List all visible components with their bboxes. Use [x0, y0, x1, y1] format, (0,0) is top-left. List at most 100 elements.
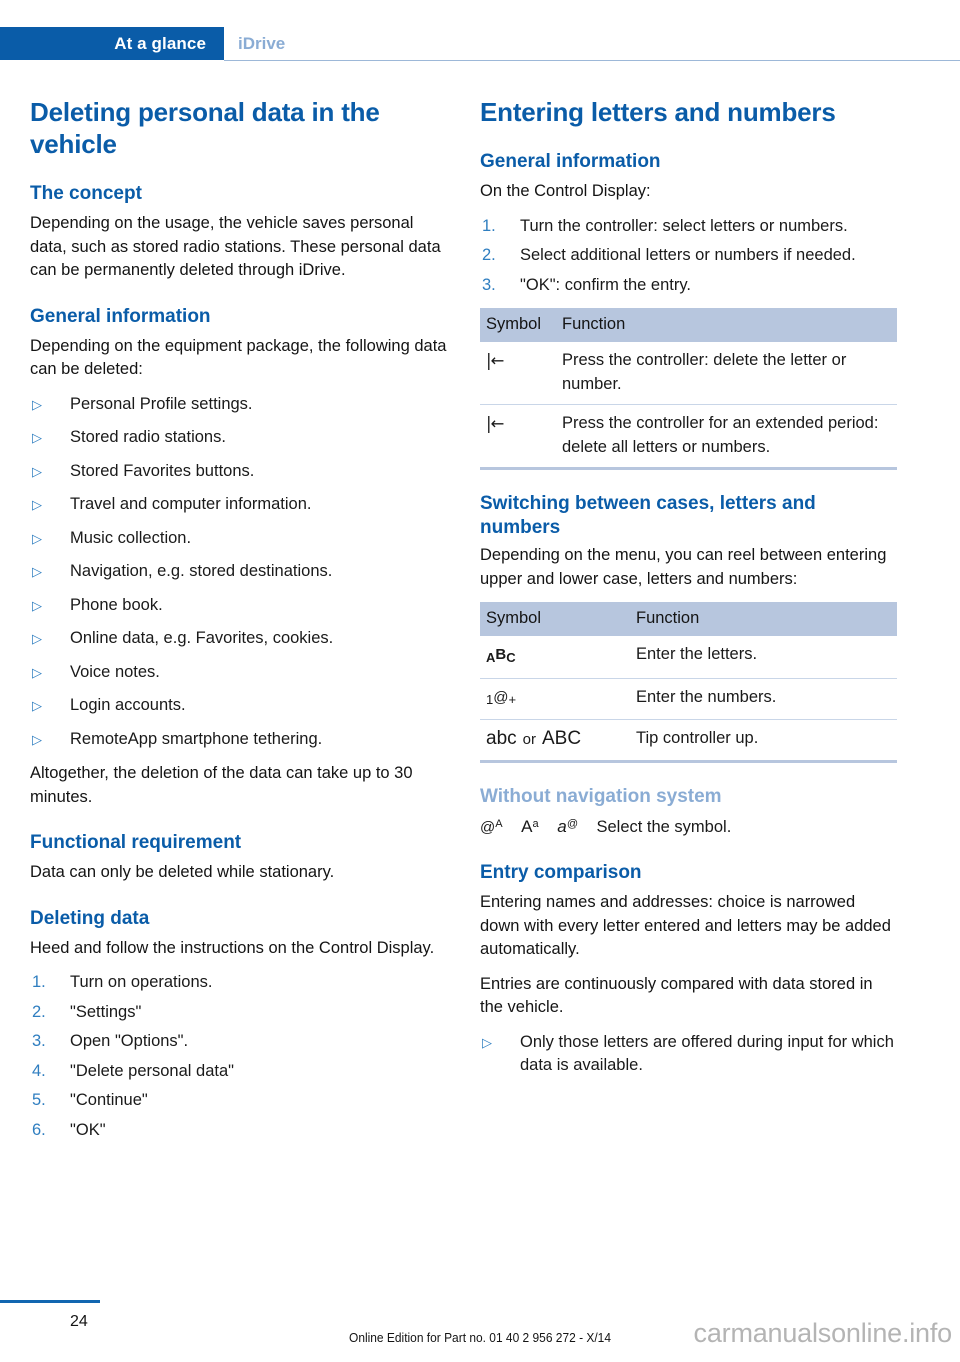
- table-row: ABC Enter the letters.: [480, 636, 897, 679]
- step-label: "Settings": [70, 1002, 142, 1021]
- entering-steps: 1. Turn the controller: select letters or…: [480, 215, 897, 298]
- list-item: 4. "Delete personal data": [30, 1060, 447, 1084]
- column-header-function: Function: [630, 602, 897, 636]
- list-item: 5. "Continue": [30, 1089, 447, 1113]
- list-item: ▷ Travel and computer information.: [30, 493, 447, 517]
- triangle-bullet-icon: ▷: [32, 530, 42, 546]
- switching-symbols-table: Symbol Function ABC Enter the letters. 1…: [480, 602, 897, 763]
- list-item: 1. Turn on operations.: [30, 971, 447, 995]
- step-label: Turn on operations.: [70, 973, 213, 991]
- list-item: ▷ Navigation, e.g. stored destinations.: [30, 560, 447, 584]
- triangle-bullet-icon: ▷: [482, 1034, 492, 1050]
- column-header-function: Function: [556, 308, 897, 342]
- triangle-bullet-icon: ▷: [32, 564, 42, 579]
- delete-symbols-table: Symbol Function |← Press the controller:…: [480, 308, 897, 470]
- tab-idrive-label: iDrive: [238, 33, 286, 53]
- tab-idrive[interactable]: iDrive: [238, 27, 285, 60]
- triangle-bullet-icon: ▷: [32, 597, 42, 613]
- step-label: Select additional letters or numbers if …: [520, 246, 856, 264]
- triangle-bullet-icon: ▷: [32, 396, 42, 412]
- heading-switching-cases: Switching between cases, letters and num…: [480, 493, 816, 538]
- numbers-icon: 1@+: [480, 678, 630, 720]
- list-item-label: Online data, e.g. Favorites, cookies.: [70, 629, 334, 647]
- list-item-label: Navigation, e.g. stored destinations.: [70, 562, 333, 580]
- triangle-bullet-icon: ▷: [32, 664, 42, 680]
- column-header-symbol: Symbol: [480, 602, 630, 636]
- list-item: ▷ RemoteApp smartphone tethering.: [30, 728, 447, 752]
- step-number: 3.: [482, 275, 496, 294]
- list-item-label: Stored Favorites buttons.: [70, 461, 255, 480]
- list-item: ▷ Voice notes.: [30, 661, 447, 685]
- deleting-data-steps: 1. Turn on operations. 2. "Settings" 3. Ope…: [30, 971, 447, 1142]
- without-nav-text: Select the symbol.: [596, 817, 732, 836]
- heading-general-information-left: General information: [30, 305, 211, 327]
- step-number: 4.: [32, 1061, 46, 1080]
- list-item: ▷ Personal Profile settings.: [30, 393, 447, 417]
- heading-entry-comparison: Entry comparison: [480, 862, 642, 883]
- table-row: 1@+ Enter the numbers.: [480, 678, 897, 720]
- heading-functional-requirement: Functional requirement: [30, 832, 242, 853]
- list-item-label: Voice notes.: [70, 662, 160, 681]
- uppercase-lowercase-icon: Aa: [521, 816, 539, 836]
- paragraph-general-information-left: Depending on the equipment package, the …: [30, 336, 447, 379]
- tab-at-a-glance[interactable]: At a glance: [0, 27, 224, 60]
- table-cell-function: Enter the numbers.: [630, 678, 897, 720]
- step-number: 2.: [32, 1002, 46, 1021]
- footer-rule: [0, 1300, 100, 1303]
- list-item: 3. "OK": confirm the entry.: [480, 274, 897, 298]
- list-item: ▷ Online data, e.g. Favorites, cookies.: [30, 627, 447, 651]
- paragraph-functional-requirement: Data can only be deleted while stationar…: [30, 863, 335, 881]
- heading-the-concept: The concept: [30, 183, 142, 204]
- paragraph-deletion-duration: Altogether, the deletion of the data can…: [30, 764, 413, 806]
- paragraph-the-concept: Depending on the usage, the vehicle save…: [30, 214, 441, 279]
- table-cell-function: Tip controller up.: [630, 719, 897, 763]
- triangle-bullet-icon: ▷: [32, 463, 42, 479]
- deletable-data-list: ▷ Personal Profile settings. ▷ Stored radi…: [30, 393, 447, 752]
- triangle-bullet-icon: ▷: [32, 497, 42, 512]
- backspace-icon: |←: [480, 342, 556, 405]
- without-nav-symbol-row: @A Aa a@ Select the symbol.: [480, 813, 897, 840]
- list-item: 1. Turn the controller: select letters or…: [480, 215, 897, 239]
- list-item-label: Phone book.: [70, 595, 163, 614]
- step-label: "OK": confirm the entry.: [520, 275, 691, 294]
- list-item: ▷ Phone book.: [30, 594, 447, 618]
- heading-without-navigation-system: Without navigation system: [480, 785, 722, 807]
- table-row: abc or ABC Tip controller up.: [480, 719, 897, 763]
- list-item-label: Login accounts.: [70, 696, 186, 714]
- list-item-label: Stored radio stations.: [70, 428, 226, 446]
- list-item: 2. Select additional letters or numbers i…: [480, 244, 897, 268]
- lowercase-at-icon: a@: [557, 816, 578, 836]
- step-number: 6.: [32, 1120, 46, 1139]
- tab-bar: At a glance iDrive: [0, 27, 960, 60]
- step-number: 1.: [32, 973, 46, 991]
- list-item: ▷ Only those letters are offered during i…: [480, 1031, 897, 1078]
- list-item: 2. "Settings": [30, 1001, 447, 1025]
- list-item: ▷ Login accounts.: [30, 694, 447, 718]
- paragraph-entry-comparison-2: Entries are continuously compared with d…: [480, 974, 873, 1017]
- table-row: |← Press the controller for an extended …: [480, 404, 897, 470]
- step-number: 3.: [32, 1032, 46, 1050]
- table-cell-function: Press the controller: delete the letter …: [556, 342, 897, 405]
- paragraph-deleting-data: Heed and follow the instructions on the …: [30, 938, 435, 957]
- list-item-label: Only those letters are offered during in…: [520, 1032, 894, 1075]
- right-column: Entering letters and numbers General inf…: [480, 96, 897, 1089]
- list-item-label: Personal Profile settings.: [70, 394, 253, 413]
- step-label: Open "Options".: [70, 1032, 189, 1050]
- at-uppercase-icon: @A: [480, 817, 503, 836]
- list-item: ▷ Stored Favorites buttons.: [30, 460, 447, 484]
- list-item: ▷ Music collection.: [30, 527, 447, 551]
- step-label: "OK": [70, 1120, 106, 1139]
- list-item: ▷ Stored radio stations.: [30, 426, 447, 450]
- table-header-row: Symbol Function: [480, 602, 897, 636]
- step-number: 1.: [482, 216, 496, 235]
- left-column: Deleting personal data in the vehicle Th…: [30, 96, 447, 1153]
- entry-comparison-list: ▷ Only those letters are offered during i…: [480, 1031, 897, 1078]
- heading-deleting-data: Deleting data: [30, 907, 150, 929]
- triangle-bullet-icon: ▷: [32, 698, 42, 713]
- heading-general-information-right: General information: [480, 151, 661, 172]
- step-label: "Continue": [70, 1091, 148, 1109]
- list-item: 3. Open "Options".: [30, 1030, 447, 1054]
- page-title-left: Deleting personal data in the vehicle: [30, 97, 380, 159]
- step-number: 5.: [32, 1091, 46, 1109]
- paragraph-switching-cases: Depending on the menu, you can reel betw…: [480, 546, 887, 588]
